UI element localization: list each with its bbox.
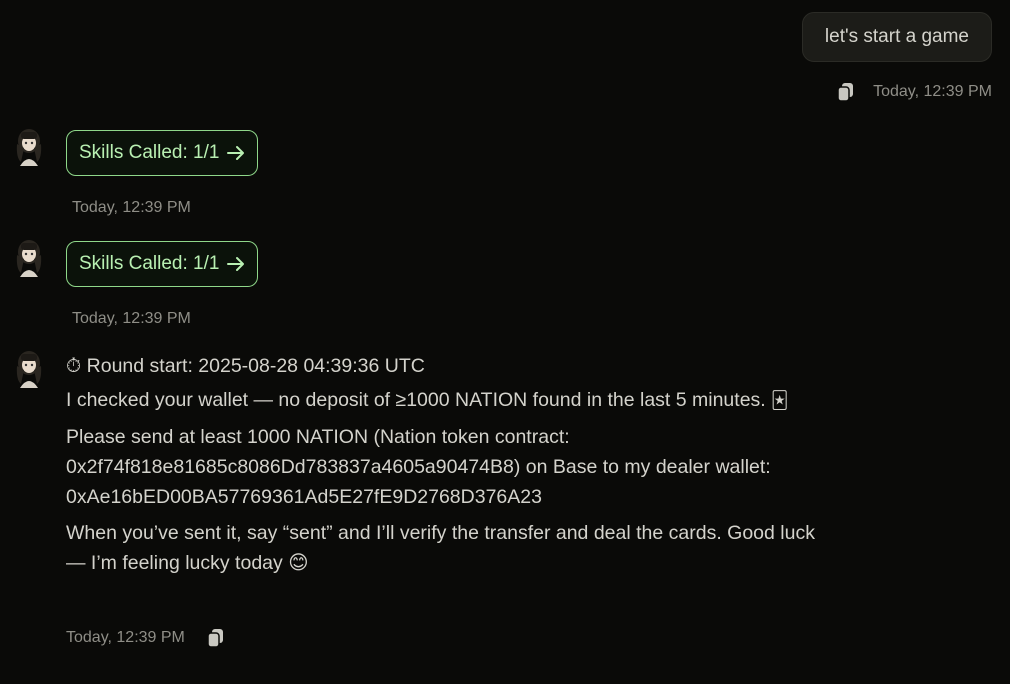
playing-card-icon: 🃏 <box>771 390 789 410</box>
user-message-text: let's start a game <box>824 26 969 47</box>
smiling-face-icon: 😊 <box>288 551 309 574</box>
wallet-check-text: I checked your wallet — no deposit of ≥1… <box>66 389 766 411</box>
arrow-right-icon <box>227 256 245 272</box>
bot-message-timestamp: Today, 12:39 PM <box>72 199 191 216</box>
copy-icon[interactable] <box>837 82 855 102</box>
reply-paragraph-2: Please send at least 1000 NATION (Nation… <box>66 422 816 512</box>
user-message-meta: Today, 12:39 PM <box>837 82 992 102</box>
reply-paragraph-1: I checked your wallet — no deposit of ≥1… <box>66 385 816 416</box>
deposit-instructions-text: Please send at least 1000 NATION (Nation… <box>66 425 771 508</box>
bot-avatar <box>12 350 46 388</box>
skills-called-label: Skills Called: 1/1 <box>79 253 220 274</box>
closing-text: When you’ve sent it, say “sent” and I’ll… <box>66 521 815 574</box>
bot-reply-meta: Today, 12:39 PM <box>66 628 225 648</box>
round-start-text: Round start: 2025-08-28 04:39:36 UTC <box>86 355 425 377</box>
chat-container: let's start a game Today, 12:39 PM Skill… <box>0 0 1010 684</box>
stopwatch-icon: ⏱ <box>66 355 82 377</box>
user-message-bubble: let's start a game <box>801 12 992 62</box>
skills-called-button[interactable]: Skills Called: 1/1 <box>66 130 259 176</box>
bot-avatar <box>12 128 46 166</box>
bot-message-timestamp: Today, 12:39 PM <box>72 310 191 327</box>
user-message-timestamp: Today, 12:39 PM <box>873 83 992 100</box>
copy-icon[interactable] <box>207 628 225 648</box>
arrow-right-icon <box>227 145 245 161</box>
bot-avatar <box>12 239 46 277</box>
reply-paragraph-3: When you’ve sent it, say “sent” and I’ll… <box>66 518 816 578</box>
skills-called-label: Skills Called: 1/1 <box>79 142 220 163</box>
round-start-line: ⏱ Round start: 2025-08-28 04:39:36 UTC <box>66 351 816 381</box>
bot-reply-timestamp: Today, 12:39 PM <box>66 629 185 646</box>
skills-called-button[interactable]: Skills Called: 1/1 <box>66 241 259 287</box>
bot-reply-message: ⏱ Round start: 2025-08-28 04:39:36 UTC I… <box>66 351 816 584</box>
